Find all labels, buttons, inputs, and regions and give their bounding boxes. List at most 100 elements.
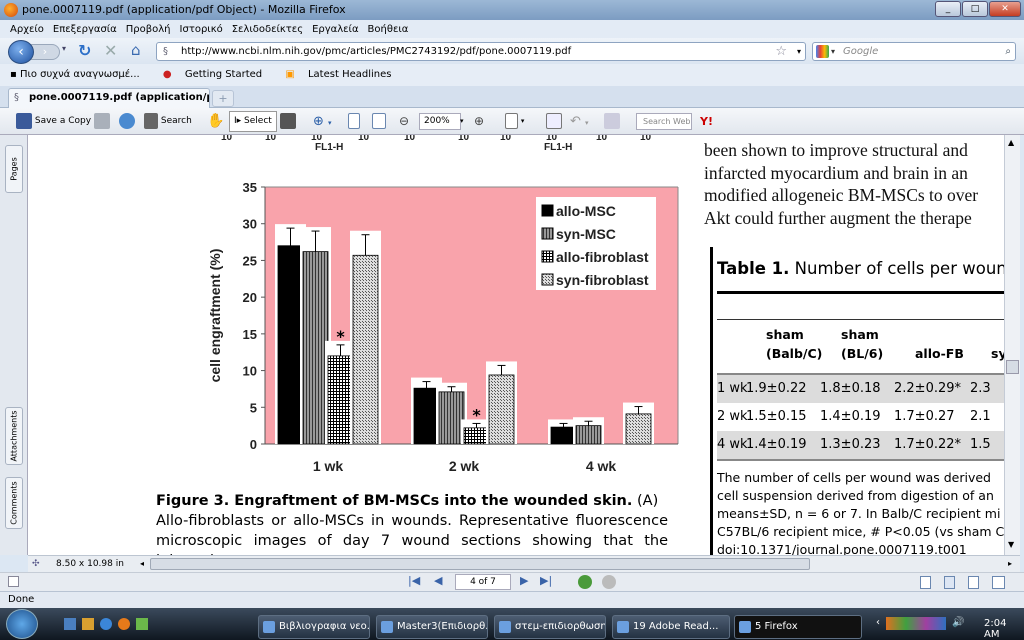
last-page-button[interactable]: ▶| xyxy=(540,574,552,587)
taskbar-item-firefox[interactable]: 5 Firefox xyxy=(734,615,862,639)
bookmark-getting-started[interactable]: ● Getting Started xyxy=(163,69,272,80)
body-text: been shown to improve structural and inf… xyxy=(704,140,979,228)
url-dropdown-icon[interactable]: ▾ xyxy=(797,43,801,60)
scroll-right-icon[interactable]: ▸ xyxy=(1008,556,1012,572)
save-copy-button[interactable]: Save a Copy xyxy=(16,108,91,135)
y-tick-label: 10 xyxy=(243,364,257,379)
comments-tab[interactable]: Comments xyxy=(5,477,23,529)
table-cell: 1.4±0.19 xyxy=(820,409,881,424)
maximize-button[interactable]: □ xyxy=(962,1,988,17)
firefox-quicklaunch-icon[interactable] xyxy=(118,618,130,630)
zoom-level-input[interactable]: 200% xyxy=(419,113,461,130)
sign-button[interactable] xyxy=(546,108,562,135)
copy-button[interactable] xyxy=(604,108,620,135)
y-axis-label: cell engraftment (%) xyxy=(207,249,223,383)
continuous-view-icon[interactable] xyxy=(944,576,955,589)
tray-icons[interactable] xyxy=(886,617,946,630)
collapse-icon[interactable] xyxy=(8,576,19,587)
ie-icon[interactable] xyxy=(100,618,112,630)
scroll-up-icon[interactable]: ▲ xyxy=(1008,138,1014,147)
undo-icon: ↶ xyxy=(570,114,581,129)
reload-icon[interactable]: ↻ xyxy=(78,41,91,60)
app-quicklaunch-icon[interactable] xyxy=(136,618,148,630)
tray-expand-icon[interactable]: ‹ xyxy=(876,617,880,628)
url-bar[interactable]: § http://www.ncbi.nlm.nih.gov/pmc/articl… xyxy=(156,42,806,61)
menu-view[interactable]: Προβολή xyxy=(126,24,171,35)
page-navigation-bar: |◀ ◀ 4 of 7 ▶ ▶| xyxy=(0,572,1024,591)
home-icon[interactable]: ⌂ xyxy=(131,41,141,59)
history-dropdown-icon[interactable]: ▾ xyxy=(62,44,66,53)
pages-tab[interactable]: Pages xyxy=(5,145,23,193)
close-button[interactable]: ✕ xyxy=(989,1,1021,17)
next-view-button[interactable] xyxy=(602,575,616,589)
page-size-icon: ✣ xyxy=(32,559,40,569)
menu-tools[interactable]: Εργαλεία xyxy=(312,24,358,35)
bookmark-most-visited[interactable]: ▪ Πιο συχνά αναγνωσμέ... xyxy=(10,69,150,80)
attachments-tab[interactable]: Attachments xyxy=(5,407,23,465)
vertical-scrollbar[interactable]: ▲ ▼ xyxy=(1004,135,1020,555)
page-number-input[interactable]: 4 of 7 xyxy=(455,574,511,590)
fit-width-icon xyxy=(372,112,386,129)
zoom-in-button[interactable]: ⊕ xyxy=(474,108,484,135)
new-tab-button[interactable]: + xyxy=(212,90,234,107)
fit-width-button[interactable] xyxy=(372,108,386,135)
minimize-button[interactable]: _ xyxy=(935,1,961,17)
media-player-icon[interactable] xyxy=(82,618,94,630)
volume-icon[interactable]: 🔊 xyxy=(952,617,964,628)
single-page-view-icon[interactable] xyxy=(920,576,931,589)
horizontal-scrollbar: ✣ 8.50 x 10.98 in ◂ ▸ xyxy=(28,555,1020,572)
snapshot-button[interactable] xyxy=(280,108,296,135)
previous-view-button[interactable] xyxy=(578,575,592,589)
zoom-out-button[interactable]: ⊖ xyxy=(399,108,409,135)
show-desktop-icon[interactable] xyxy=(64,618,76,630)
menu-bookmarks[interactable]: Σελιδοδείκτες xyxy=(232,24,303,35)
previous-page-button[interactable]: ◀ xyxy=(434,574,442,587)
tab-pdf[interactable]: §pone.0007119.pdf (application/pdf O... xyxy=(8,88,210,108)
hand-tool-button[interactable]: ✋ xyxy=(207,108,224,135)
menu-history[interactable]: Ιστορικό xyxy=(180,24,223,35)
taskbar-item-folder[interactable]: στεμ-επιδιορθωση xyxy=(494,615,606,639)
email-button[interactable] xyxy=(119,108,135,135)
undo-button[interactable]: ↶ ▾ xyxy=(570,108,589,135)
next-page-button[interactable]: ▶ xyxy=(520,574,528,587)
scroll-down-icon[interactable]: ▼ xyxy=(1008,540,1014,549)
scroll-thumb[interactable] xyxy=(1006,360,1019,374)
print-button[interactable] xyxy=(94,108,110,135)
menu-edit[interactable]: Επεξεργασία xyxy=(53,24,117,35)
taskbar-item-adobe[interactable]: 19 Adobe Read... xyxy=(612,615,730,639)
zoom-dropdown-icon[interactable]: ▾ xyxy=(460,108,464,135)
menu-file[interactable]: Αρχείο xyxy=(10,24,44,35)
stop-icon[interactable]: ✕ xyxy=(104,41,117,60)
engine-dropdown-icon[interactable]: ▾ xyxy=(831,43,835,60)
page-tools-button[interactable]: ▾ xyxy=(505,108,524,135)
legend-label: allo-fibroblast xyxy=(556,249,649,265)
legend-label: allo-MSC xyxy=(556,203,616,219)
start-button[interactable] xyxy=(6,609,38,639)
bookmark-latest-headlines[interactable]: ▣ Latest Headlines xyxy=(285,69,401,80)
continuous-facing-view-icon[interactable] xyxy=(992,576,1005,589)
select-tool-button[interactable]: I▸ Select xyxy=(229,111,277,132)
search-icon[interactable]: ⌕ xyxy=(1005,43,1011,60)
horizontal-scroll-thumb[interactable] xyxy=(150,558,810,570)
forward-button[interactable]: › xyxy=(30,44,60,60)
fit-page-button[interactable] xyxy=(348,108,360,135)
taskbar-item-word-1[interactable]: Βιβλιογραφια νεο... xyxy=(258,615,370,639)
taskbar-item-word-2[interactable]: Master3(Επιδιορθ... xyxy=(376,615,488,639)
search-button[interactable]: Search xyxy=(144,108,192,135)
google-icon[interactable] xyxy=(816,45,829,58)
facing-view-icon[interactable] xyxy=(968,576,979,589)
scroll-left-icon[interactable]: ◂ xyxy=(140,556,144,572)
yahoo-button[interactable]: Y! xyxy=(700,108,713,135)
first-page-button[interactable]: |◀ xyxy=(408,574,420,587)
firefox-bookmark-icon: ● xyxy=(162,69,172,80)
table-cell: 1.4±0.19 xyxy=(746,437,807,452)
menu-help[interactable]: Βοήθεια xyxy=(368,24,409,35)
search-placeholder: Google xyxy=(843,46,879,57)
search-input[interactable]: ▾ Google ⌕ xyxy=(812,42,1016,61)
search-web-input[interactable]: Search Web xyxy=(636,113,692,130)
table-body: 1 wk 1.9±0.22 1.8±0.18 2.2±0.29* 2.3 2 wk 1.5±… xyxy=(717,373,1004,461)
bookmark-star-icon[interactable]: ☆ xyxy=(775,43,787,60)
back-button[interactable]: ‹ xyxy=(8,40,34,64)
top-axis-label: FL1-H xyxy=(544,142,573,153)
zoom-tool-button[interactable]: ⊕ ▾ xyxy=(313,108,332,135)
